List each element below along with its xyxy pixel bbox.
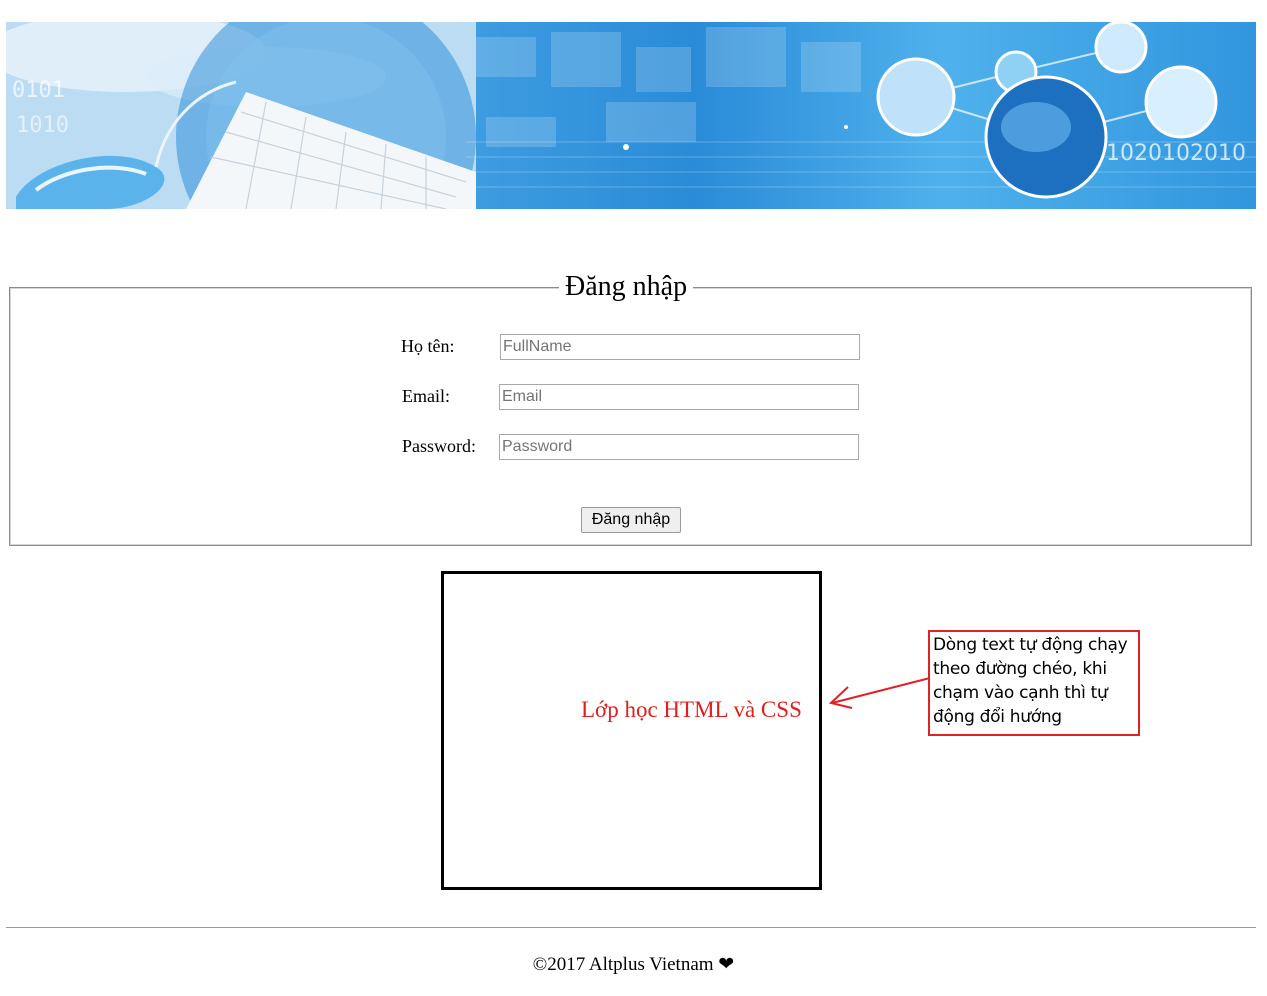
banner-digits: 1020102010 xyxy=(1106,141,1246,166)
marquee-box xyxy=(441,571,822,890)
email-label: Email: xyxy=(402,386,450,406)
footer-divider xyxy=(6,927,1256,928)
annotation-line: chạm vào cạnh thì tự xyxy=(933,683,1108,703)
svg-text:1010: 1010 xyxy=(16,113,69,138)
marquee-text: Lớp học HTML và CSS xyxy=(581,697,802,722)
annotation-note: Dòng text tự động chạy theo đường chéo, … xyxy=(928,630,1140,736)
footer: ©2017 Altplus Vietnam ❤ xyxy=(0,952,1267,977)
header-banner: 0101 1010 1020102010 xyxy=(6,22,1256,209)
login-legend: Đăng nhập xyxy=(559,270,694,304)
annotation-line: động đổi hướng xyxy=(933,707,1062,727)
fullname-input[interactable] xyxy=(500,334,860,360)
footer-copyright: ©2017 Altplus Vietnam xyxy=(532,954,714,975)
heart-icon: ❤ xyxy=(718,953,735,975)
annotation-line: Dòng text tự động chạy xyxy=(933,635,1128,655)
password-label: Password: xyxy=(402,436,477,456)
annotation-line: theo đường chéo, khi xyxy=(933,659,1107,679)
svg-text:0101: 0101 xyxy=(12,78,65,103)
fullname-label: Họ tên: xyxy=(401,336,455,356)
password-input[interactable] xyxy=(499,434,859,460)
login-submit-button[interactable]: Đăng nhập xyxy=(581,507,681,533)
banner-illustration: 0101 1010 1020102010 xyxy=(6,22,1256,209)
annotation-arrow-icon xyxy=(828,677,931,709)
email-input[interactable] xyxy=(499,384,859,410)
